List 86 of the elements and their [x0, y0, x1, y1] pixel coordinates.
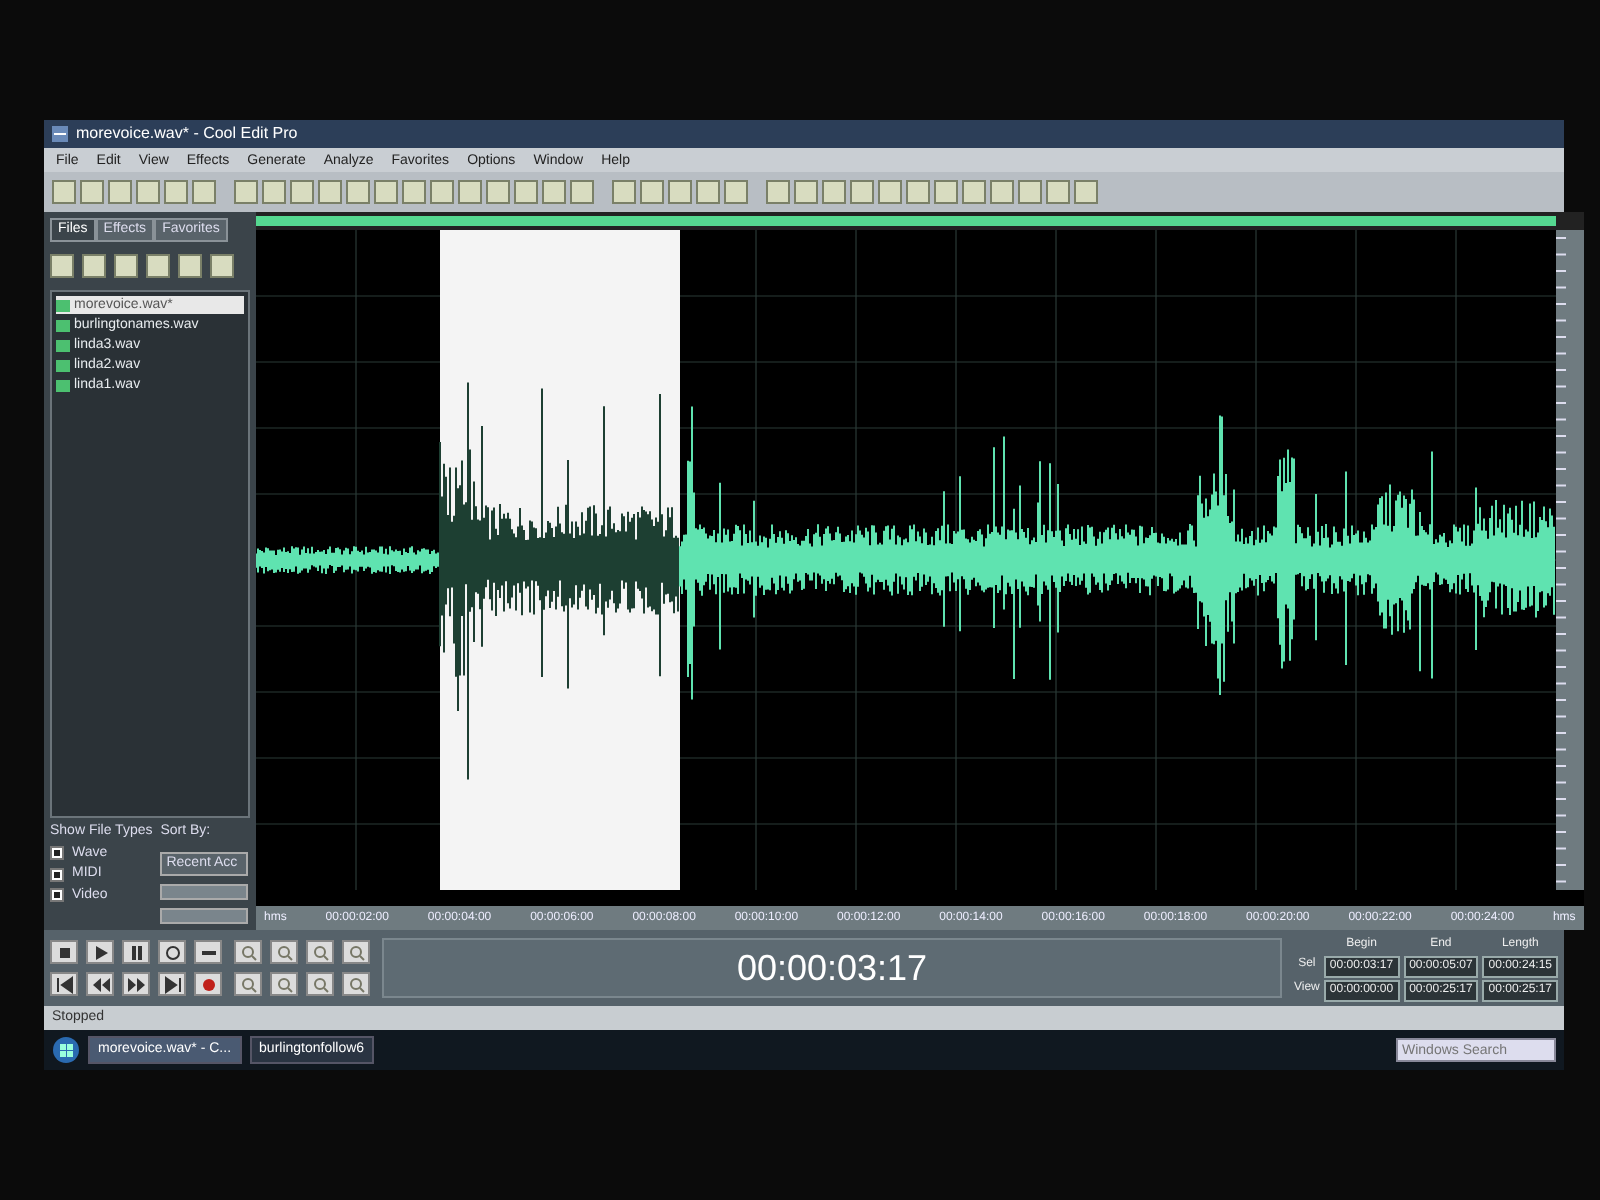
rewind-button[interactable] [86, 972, 114, 996]
magnifier-icon [239, 975, 257, 993]
zoom-button[interactable] [270, 972, 298, 996]
magnifier-icon [347, 943, 365, 961]
toolbar-button[interactable] [108, 180, 132, 204]
zoom-button[interactable] [306, 972, 334, 996]
zoom-button[interactable] [342, 972, 370, 996]
toolbar-button[interactable] [612, 180, 636, 204]
toolbar-button[interactable] [136, 180, 160, 204]
toolbar-button[interactable] [82, 254, 106, 278]
toolbar-button[interactable] [1018, 180, 1042, 204]
toolbar-button[interactable] [262, 180, 286, 204]
toolbar-button[interactable] [80, 180, 104, 204]
record-button[interactable] [194, 972, 222, 996]
rewind-icon [91, 975, 109, 993]
toolbar-button[interactable] [458, 180, 482, 204]
toolbar-button[interactable] [192, 180, 216, 204]
zoom-button[interactable] [306, 940, 334, 964]
toolbar-button[interactable] [346, 180, 370, 204]
toolbar-button[interactable] [234, 180, 258, 204]
magnifier-icon [311, 943, 329, 961]
magnifier-icon [275, 975, 293, 993]
magnifier-icon [347, 975, 365, 993]
fast-forward-button[interactable] [122, 972, 150, 996]
pause-icon [127, 943, 145, 961]
play-icon [91, 943, 109, 961]
checkbox[interactable] [50, 867, 64, 882]
toolbar-button[interactable] [570, 180, 594, 204]
stop-button[interactable] [50, 940, 78, 964]
action-button[interactable] [160, 908, 249, 924]
toolbar-button[interactable] [696, 180, 720, 204]
toolbar-button[interactable] [962, 180, 986, 204]
checkbox[interactable] [50, 846, 64, 861]
action-button[interactable] [160, 884, 249, 900]
skip-forward-button[interactable] [158, 972, 186, 996]
toolbar-button[interactable] [906, 180, 930, 204]
toolbar-button[interactable] [52, 180, 76, 204]
toolbar-button[interactable] [878, 180, 902, 204]
toolbar-button[interactable] [850, 180, 874, 204]
toolbar-button[interactable] [318, 180, 342, 204]
magnifier-icon [239, 943, 257, 961]
waveform-display[interactable] [256, 230, 1556, 890]
zoom-button[interactable] [270, 940, 298, 964]
record-icon [199, 975, 217, 993]
time-display: 00:00:03:17 [382, 938, 1282, 998]
zoom-button[interactable] [342, 940, 370, 964]
play-button[interactable] [86, 940, 114, 964]
loop-play-button[interactable] [158, 940, 186, 964]
toolbar-button[interactable] [486, 180, 510, 204]
toolbar-button[interactable] [114, 254, 138, 278]
loop-button[interactable] [194, 940, 222, 964]
toolbar-button[interactable] [934, 180, 958, 204]
toolbar-button[interactable] [210, 254, 234, 278]
magnifier-icon [275, 943, 293, 961]
start-button[interactable] [52, 1036, 80, 1064]
toolbar-button[interactable] [164, 180, 188, 204]
toolbar-button[interactable] [822, 180, 846, 204]
toolbar-button[interactable] [1046, 180, 1070, 204]
toolbar-button[interactable] [724, 180, 748, 204]
stop-icon [55, 943, 73, 961]
zoom-button[interactable] [234, 940, 262, 964]
toolbar-button[interactable] [374, 180, 398, 204]
toolbar-button[interactable] [794, 180, 818, 204]
toolbar-button[interactable] [1074, 180, 1098, 204]
pause-button[interactable] [122, 940, 150, 964]
toolbar-button[interactable] [766, 180, 790, 204]
skip-forward-icon [163, 975, 181, 993]
toolbar-button[interactable] [640, 180, 664, 204]
checkbox[interactable] [50, 888, 64, 903]
skip-back-icon [55, 975, 73, 993]
toolbar-button[interactable] [430, 180, 454, 204]
toolbar-button[interactable] [514, 180, 538, 204]
toolbar-button[interactable] [178, 254, 202, 278]
toolbar-button[interactable] [402, 180, 426, 204]
toolbar-button[interactable] [542, 180, 566, 204]
skip-back-button[interactable] [50, 972, 78, 996]
window-title: morevoice.wav* - Cool Edit Pro [76, 122, 298, 146]
magnifier-icon [311, 975, 329, 993]
app-icon [52, 126, 68, 142]
toolbar-button[interactable] [990, 180, 1014, 204]
zoom-button[interactable] [234, 972, 262, 996]
fast-forward-icon [127, 975, 145, 993]
toolbar-button[interactable] [50, 254, 74, 278]
toolbar-button[interactable] [668, 180, 692, 204]
toolbar-button[interactable] [290, 180, 314, 204]
toolbar-button[interactable] [146, 254, 170, 278]
